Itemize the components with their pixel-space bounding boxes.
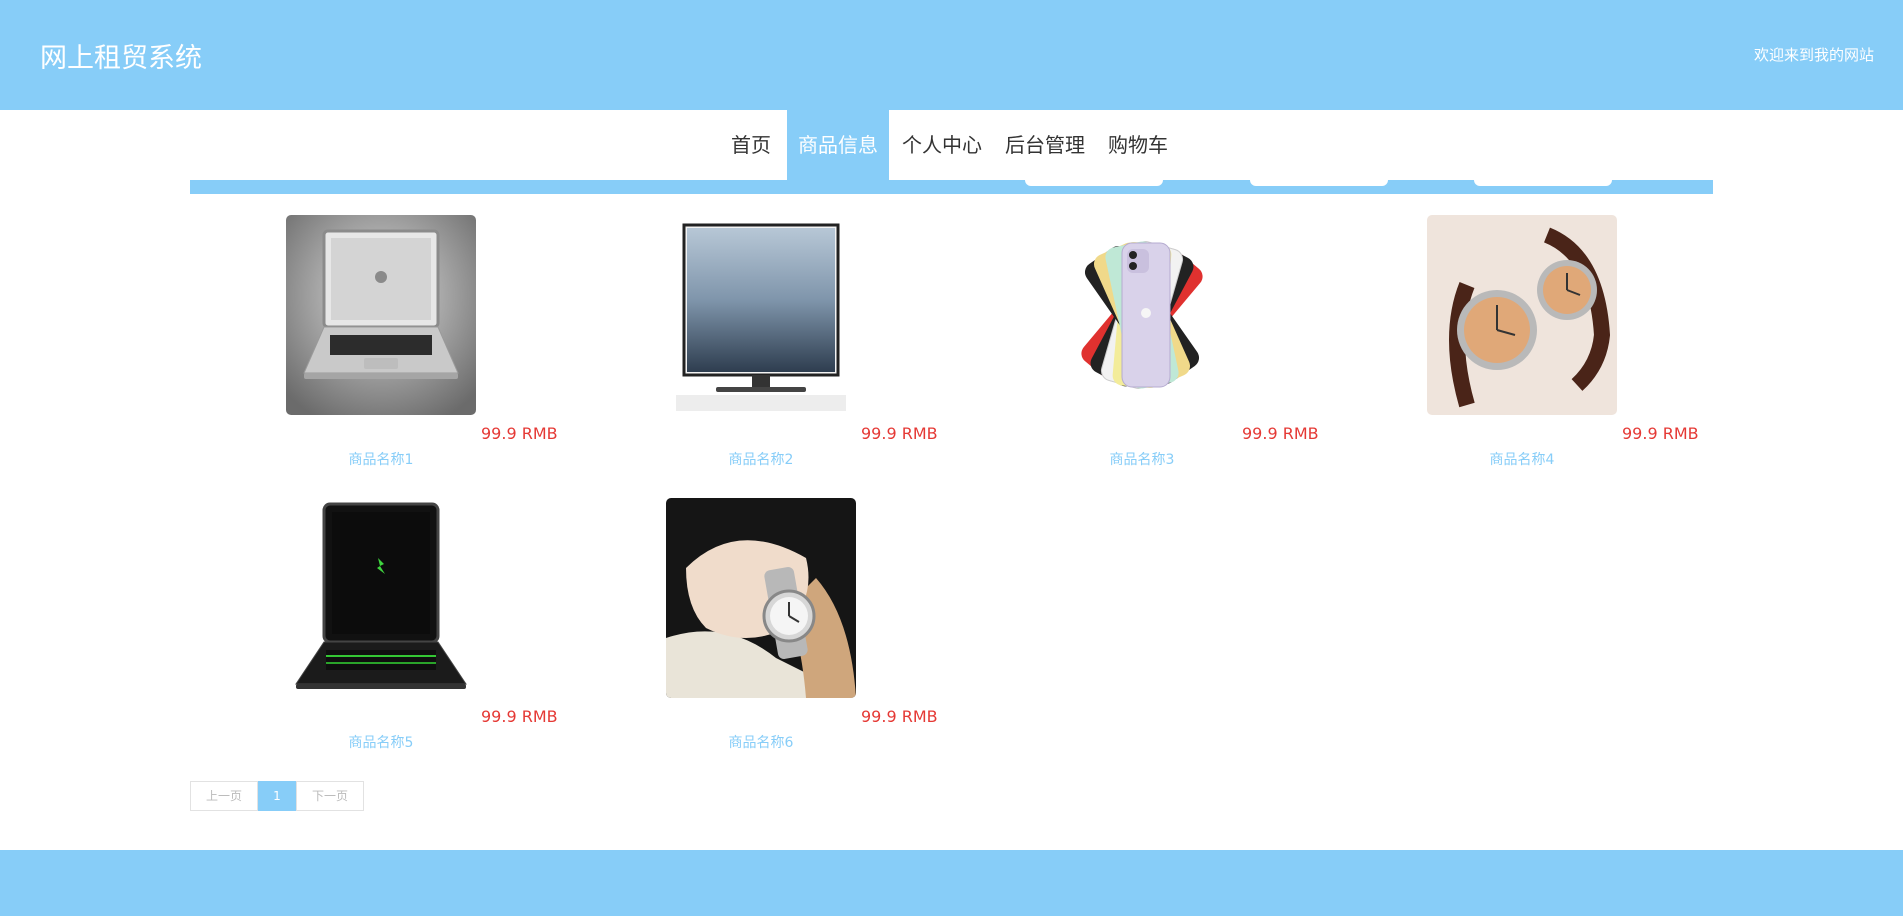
product-price: 99.9 RMB <box>481 424 558 443</box>
product-image-phone-fan[interactable] <box>1047 215 1237 415</box>
pagination: 上一页 1 下一页 <box>190 781 364 811</box>
strip-tab-1 <box>1025 180 1163 186</box>
product-price: 99.9 RMB <box>481 707 558 726</box>
product-price: 99.9 RMB <box>1622 424 1699 443</box>
strip-tab-2 <box>1250 180 1388 186</box>
site-title: 网上租贸系统 <box>40 43 202 74</box>
product-card[interactable]: 99.9 RMB 商品名称4 <box>1427 215 1727 485</box>
nav-admin[interactable]: 后台管理 <box>1005 110 1095 180</box>
product-card[interactable]: 99.9 RMB 商品名称1 <box>286 215 586 485</box>
product-name[interactable]: 商品名称4 <box>1427 449 1617 469</box>
nav-profile[interactable]: 个人中心 <box>902 110 992 180</box>
product-card[interactable]: 99.9 RMB 商品名称6 <box>666 498 966 768</box>
product-image-wrist-watch[interactable] <box>666 498 856 698</box>
product-image-laptop-silver[interactable] <box>286 215 476 415</box>
strip-tab-3 <box>1474 180 1612 186</box>
product-card[interactable]: 99.9 RMB 商品名称2 <box>666 215 966 485</box>
product-price: 99.9 RMB <box>861 707 938 726</box>
product-name[interactable]: 商品名称6 <box>666 732 856 752</box>
product-image-monitor[interactable] <box>666 215 856 415</box>
nav-products[interactable]: 商品信息 <box>787 110 889 180</box>
product-name[interactable]: 商品名称2 <box>666 449 856 469</box>
product-name[interactable]: 商品名称1 <box>286 449 476 469</box>
top-header: 网上租贸系统 欢迎来到我的网站 <box>0 0 1903 110</box>
nav-home[interactable]: 首页 <box>731 110 779 180</box>
prev-page-button[interactable]: 上一页 <box>190 781 258 811</box>
product-price: 99.9 RMB <box>1242 424 1319 443</box>
next-page-button[interactable]: 下一页 <box>296 781 364 811</box>
welcome-text: 欢迎来到我的网站 <box>1753 46 1874 64</box>
product-card[interactable]: 99.9 RMB 商品名称5 <box>286 498 586 768</box>
product-image-laptop-black[interactable] <box>286 498 476 698</box>
product-image-watches-pair[interactable] <box>1427 215 1617 415</box>
product-name[interactable]: 商品名称3 <box>1047 449 1237 469</box>
page-1-button[interactable]: 1 <box>258 781 296 811</box>
product-name[interactable]: 商品名称5 <box>286 732 476 752</box>
product-price: 99.9 RMB <box>861 424 938 443</box>
main-nav: 首页 商品信息 个人中心 后台管理 购物车 <box>0 110 1903 180</box>
nav-cart[interactable]: 购物车 <box>1108 110 1178 180</box>
product-card[interactable]: 99.9 RMB 商品名称3 <box>1047 215 1347 485</box>
footer <box>0 850 1903 916</box>
